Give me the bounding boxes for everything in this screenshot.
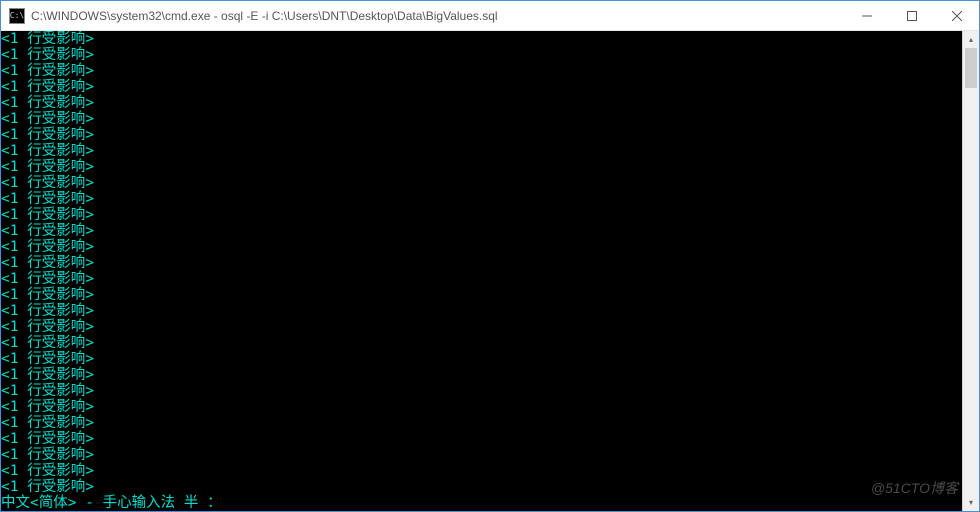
output-line: <1 行受影响>: [1, 191, 962, 207]
scroll-track[interactable]: [963, 48, 979, 494]
output-line: <1 行受影响>: [1, 271, 962, 287]
output-line: <1 行受影响>: [1, 431, 962, 447]
vertical-scrollbar[interactable]: ▴ ▾: [962, 31, 979, 511]
output-line: <1 行受影响>: [1, 383, 962, 399]
scroll-down-button[interactable]: ▾: [963, 494, 979, 511]
window-controls: [844, 1, 979, 30]
chevron-up-icon: ▴: [969, 35, 973, 44]
output-line: <1 行受影响>: [1, 207, 962, 223]
ime-status-line: 中文<简体> - 手心输入法 半 ：: [1, 495, 962, 511]
output-line: <1 行受影响>: [1, 367, 962, 383]
console-area: <1 行受影响><1 行受影响><1 行受影响><1 行受影响><1 行受影响>…: [1, 31, 979, 511]
output-line: <1 行受影响>: [1, 63, 962, 79]
output-line: <1 行受影响>: [1, 143, 962, 159]
minimize-icon: [862, 11, 872, 21]
maximize-icon: [907, 11, 917, 21]
output-line: <1 行受影响>: [1, 175, 962, 191]
output-line: <1 行受影响>: [1, 31, 962, 47]
output-line: <1 行受影响>: [1, 447, 962, 463]
titlebar[interactable]: C:\ C:\WINDOWS\system32\cmd.exe - osql -…: [1, 1, 979, 31]
output-line: <1 行受影响>: [1, 95, 962, 111]
output-line: <1 行受影响>: [1, 399, 962, 415]
maximize-button[interactable]: [889, 1, 934, 30]
output-line: <1 行受影响>: [1, 479, 962, 495]
output-line: <1 行受影响>: [1, 255, 962, 271]
output-line: <1 行受影响>: [1, 47, 962, 63]
output-line: <1 行受影响>: [1, 287, 962, 303]
chevron-down-icon: ▾: [969, 498, 973, 507]
output-line: <1 行受影响>: [1, 79, 962, 95]
cmd-icon: C:\: [9, 8, 25, 24]
minimize-button[interactable]: [844, 1, 889, 30]
cmd-window: C:\ C:\WINDOWS\system32\cmd.exe - osql -…: [0, 0, 980, 512]
output-line: <1 行受影响>: [1, 159, 962, 175]
output-line: <1 行受影响>: [1, 127, 962, 143]
scroll-up-button[interactable]: ▴: [963, 31, 979, 48]
output-line: <1 行受影响>: [1, 223, 962, 239]
scroll-thumb[interactable]: [965, 48, 977, 88]
close-icon: [952, 11, 962, 21]
output-line: <1 行受影响>: [1, 239, 962, 255]
window-title: C:\WINDOWS\system32\cmd.exe - osql -E -i…: [31, 9, 844, 23]
output-line: <1 行受影响>: [1, 303, 962, 319]
output-line: <1 行受影响>: [1, 463, 962, 479]
console-output[interactable]: <1 行受影响><1 行受影响><1 行受影响><1 行受影响><1 行受影响>…: [1, 31, 962, 511]
output-line: <1 行受影响>: [1, 415, 962, 431]
output-line: <1 行受影响>: [1, 319, 962, 335]
output-line: <1 行受影响>: [1, 111, 962, 127]
output-line: <1 行受影响>: [1, 335, 962, 351]
close-button[interactable]: [934, 1, 979, 30]
output-line: <1 行受影响>: [1, 351, 962, 367]
